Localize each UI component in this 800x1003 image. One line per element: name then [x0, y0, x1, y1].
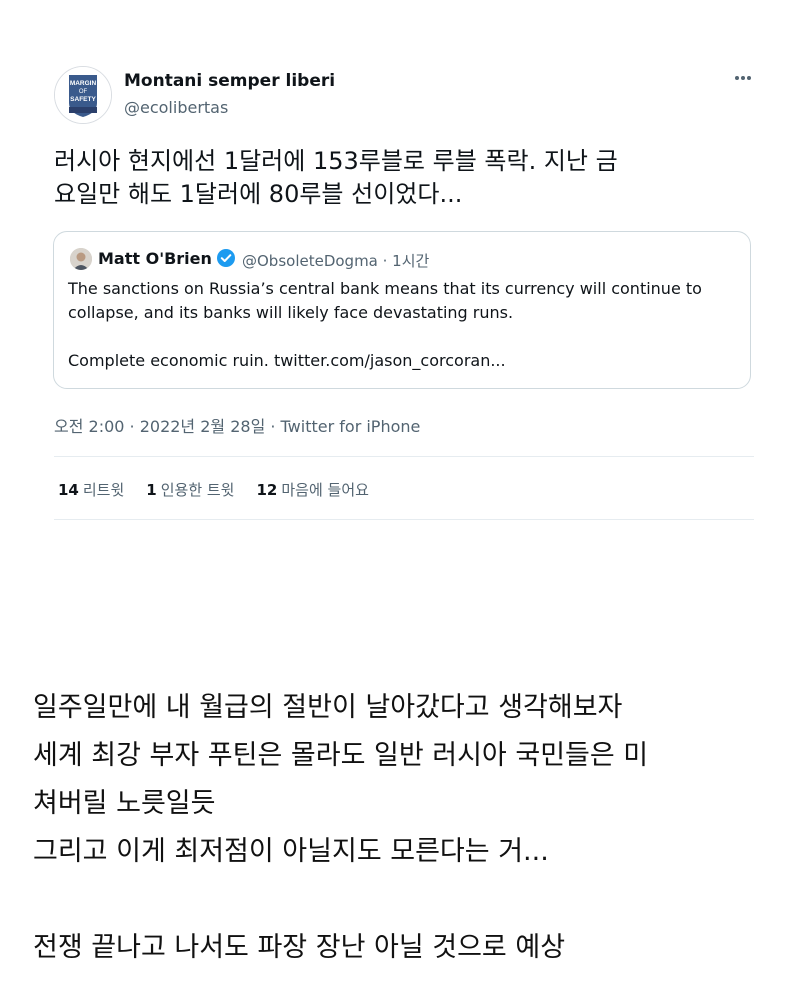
divider: [54, 519, 754, 520]
avatar-logo-text-2: OF: [79, 89, 88, 95]
tweet-timestamp[interactable]: 오전 2:00 · 2022년 2월 28일 · Twitter for iPh…: [54, 413, 420, 437]
divider: [54, 456, 754, 457]
retweets-count: 14: [58, 481, 79, 499]
commentary-line: 그리고 이게 최저점이 아닐지도 모른다는 거...: [33, 836, 549, 867]
commentary-line: 전쟁 끝나고 나서도 파장 장난 아닐 것으로 예상: [33, 932, 566, 963]
likes-label: 마음에 들어요: [281, 481, 369, 499]
tweet-card: MARGIN OF SAFETY Montani semper liberi @…: [0, 0, 800, 520]
commentary-text: 일주일만에 내 월급의 절반이 날아갔다고 생각해보자 세계 최강 부자 푸틴은…: [33, 684, 783, 972]
tweet-text: 러시아 현지에선 1달러에 153루블로 루블 폭락. 지난 금 요일만 해도 …: [54, 147, 618, 208]
retweets-stat[interactable]: 14 리트윗: [58, 479, 124, 500]
commentary-line: 쳐버릴 노릇일듯: [33, 788, 216, 819]
tweet-stats: 14 리트윗 1 인용한 트윗 12 마음에 들어요: [58, 479, 369, 500]
likes-count: 12: [256, 481, 278, 499]
avatar-logo-text-3: SAFETY: [70, 96, 96, 103]
quotes-count: 1: [146, 481, 157, 499]
retweets-label: 리트윗: [82, 481, 125, 499]
likes-stat[interactable]: 12 마음에 들어요: [257, 479, 369, 500]
quotes-stat[interactable]: 1 인용한 트윗: [146, 479, 234, 500]
quoted-tweet[interactable]: Matt O'Brien @ObsoleteDogma · 1시간 The sa…: [53, 231, 751, 389]
quotes-label: 인용한 트윗: [160, 481, 235, 499]
author-handle[interactable]: @ecolibertas: [124, 98, 228, 117]
quote-text: The sanctions on Russia’s central bank m…: [68, 279, 702, 370]
author-name[interactable]: Montani semper liberi: [124, 71, 335, 91]
verified-badge-icon: [216, 248, 236, 268]
commentary-line: 세계 최강 부자 푸틴은 몰라도 일반 러시아 국민들은 미: [33, 740, 649, 771]
avatar-logo-text-1: MARGIN: [70, 80, 97, 87]
commentary-line: 일주일만에 내 월급의 절반이 날아갔다고 생각해보자: [33, 692, 623, 723]
quote-author-handle[interactable]: @ObsoleteDogma · 1시간: [242, 250, 429, 271]
quote-author-avatar[interactable]: [70, 248, 92, 270]
quote-author-name[interactable]: Matt O'Brien: [98, 249, 212, 268]
more-horizontal-icon[interactable]: [728, 68, 758, 88]
author-avatar[interactable]: MARGIN OF SAFETY: [54, 66, 112, 124]
